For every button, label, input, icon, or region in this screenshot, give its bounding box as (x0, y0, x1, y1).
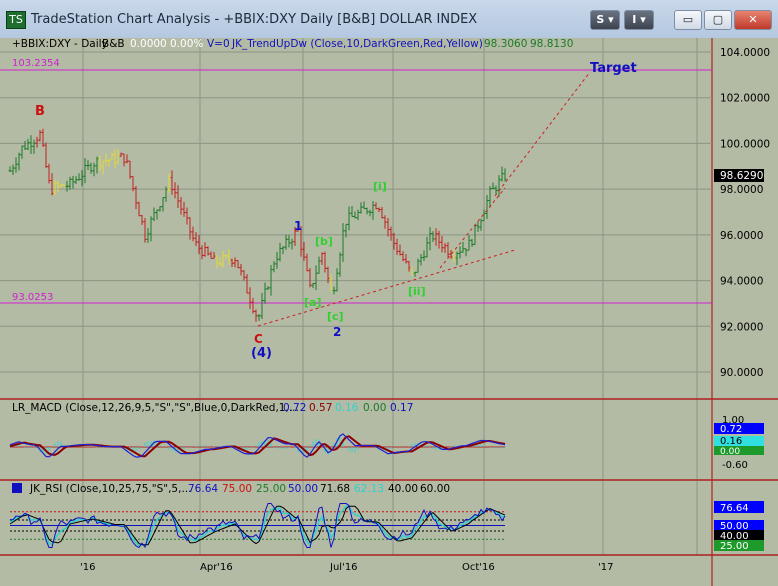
bb-label: B&B (102, 38, 125, 50)
macd-study-label: LR_MACD (Close,12,26,9,5,"S","S",Blue,0,… (12, 402, 299, 414)
macd-tag-a-text: 0.72 (720, 424, 742, 435)
rsi-icon (12, 483, 22, 493)
pct-value: 0.00% (170, 38, 203, 50)
rsi-value-7: 40.00 (388, 483, 418, 495)
macd-tag-b-text: 0.16 (720, 436, 742, 447)
s-menu-button[interactable]: S ▾ (590, 10, 620, 30)
price-tick-label: 96.0000 (720, 230, 763, 242)
rsi-study-label: JK_RSI (Close,10,25,75,"S",5,... (29, 483, 191, 495)
close-button[interactable]: ✕ (734, 10, 772, 30)
chart-area[interactable]: 103.2354 93.0253 +BBIX:DXY - Daily B&B 0… (0, 38, 778, 586)
macd-tag-c-text: 0.00 (720, 447, 740, 457)
rsi-value-3: 25.00 (256, 483, 286, 495)
last-price-label: 98.6290 (720, 170, 763, 182)
window-title: TradeStation Chart Analysis - +BBIX:DXY … (31, 12, 478, 27)
wave-a: [a] (304, 296, 321, 309)
wave-4: (4) (251, 346, 272, 361)
rsi-value-6: 62.13 (354, 483, 384, 495)
rsi-tag-a-text: 76.64 (720, 503, 749, 514)
volume-value: V=0 (207, 38, 230, 50)
i-menu-button[interactable]: I ▾ (624, 10, 654, 30)
study-value-1: 98.3060 (484, 38, 527, 50)
macd-value-5: 0.17 (390, 402, 413, 414)
maximize-button[interactable]: ▢ (704, 10, 732, 30)
rsi-value-2: 75.00 (222, 483, 252, 495)
price-tick-label: 100.0000 (720, 138, 770, 150)
price-tick-label: 98.0000 (720, 184, 763, 196)
study-label: JK_TrendUpDw (Close,10,DarkGreen,Red,Yel… (231, 38, 483, 50)
wave-c: C (254, 332, 263, 346)
wave-ii: [ii] (408, 285, 426, 298)
x-label-apr16: Apr'16 (200, 562, 233, 573)
study-value-2: 98.8130 (530, 38, 573, 50)
target-label: Target (590, 61, 637, 76)
x-label-oct16: Oct'16 (462, 562, 495, 573)
wave-1: 1 (294, 219, 302, 233)
rsi-value-1: 76.64 (188, 483, 218, 495)
macd-value-3: 0.16 (335, 402, 359, 414)
hline-bottom-label: 93.0253 (12, 292, 53, 303)
x-label-jan17: '17 (598, 562, 613, 573)
change-value: 0.0000 (130, 38, 167, 50)
price-tick-label: 92.0000 (720, 321, 763, 333)
minimize-button[interactable]: ▭ (674, 10, 702, 30)
rsi-tag-d-text: 25.00 (720, 541, 749, 552)
x-label-jan16: '16 (80, 562, 95, 573)
wave-2: 2 (333, 325, 341, 339)
svg-text:-0.60: -0.60 (722, 460, 748, 471)
hline-top-label: 103.2354 (12, 58, 60, 69)
price-tick-label: 94.0000 (720, 276, 763, 288)
macd-value-1: 0.72 (283, 402, 306, 414)
macd-value-4: 0.00 (363, 402, 386, 414)
rsi-value-8: 60.00 (420, 483, 450, 495)
wave-b: B (35, 104, 45, 119)
x-label-jul16: Jul'16 (329, 562, 358, 573)
wave-b-sub: [b] (315, 235, 333, 248)
rsi-value-5: 71.68 (320, 483, 350, 495)
chart-background (0, 38, 778, 586)
price-header: +BBIX:DXY - Daily B&B 0.0000 0.00% V=0 J… (12, 38, 573, 50)
price-tick-label: 90.0000 (720, 367, 763, 379)
macd-value-2: 0.57 (309, 402, 332, 414)
wave-c-sub: [c] (327, 310, 344, 323)
title-bar: TS TradeStation Chart Analysis - +BBIX:D… (0, 0, 778, 39)
price-tick-label: 102.0000 (720, 93, 770, 105)
app-logo-icon: TS (6, 11, 26, 29)
wave-i: [i] (373, 180, 387, 193)
macd-header: LR_MACD (Close,12,26,9,5,"S","S",Blue,0,… (12, 402, 413, 414)
price-tick-label: 104.0000 (720, 47, 770, 59)
symbol-label: +BBIX:DXY - Daily (12, 38, 108, 50)
rsi-value-4: 50.00 (288, 483, 318, 495)
